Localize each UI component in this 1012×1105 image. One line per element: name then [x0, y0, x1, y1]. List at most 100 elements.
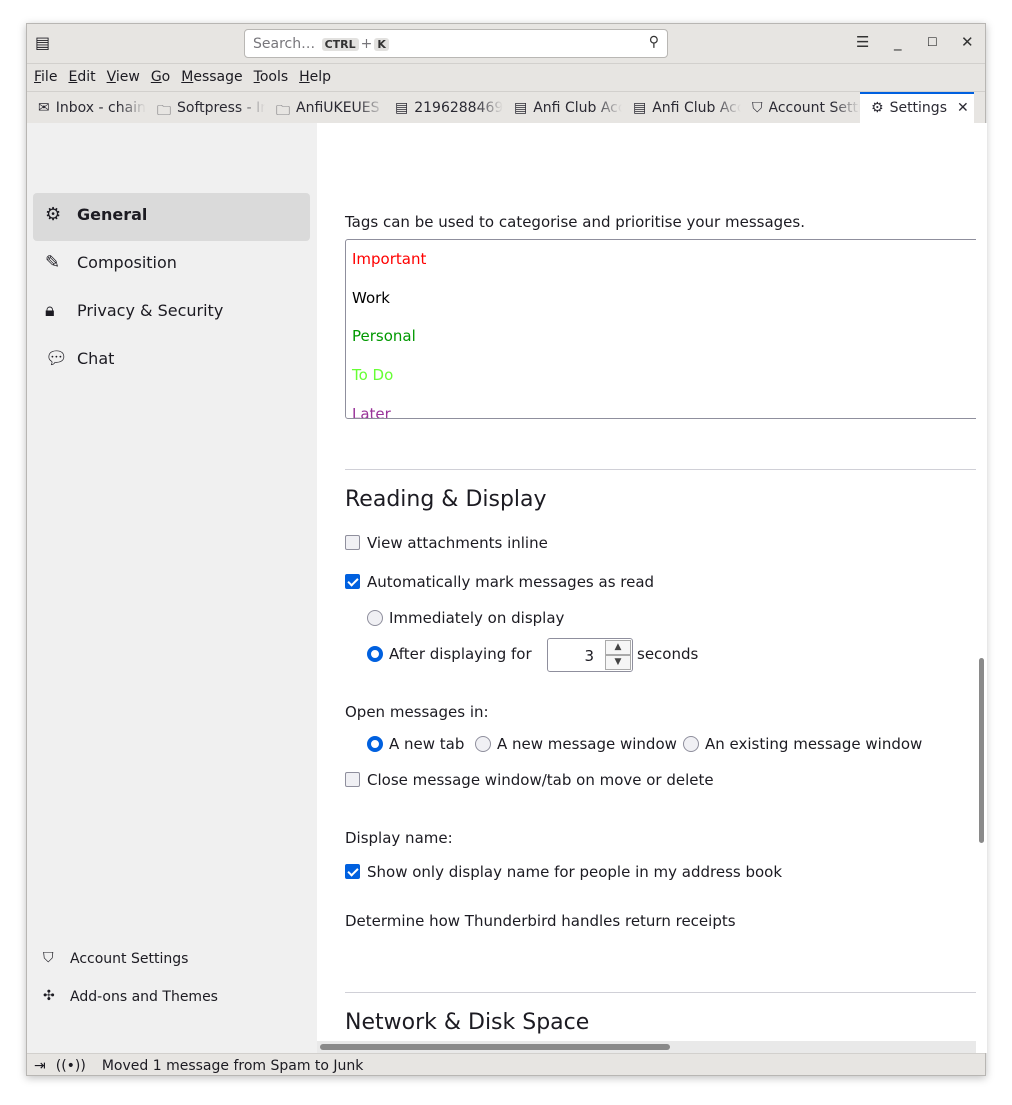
decrement-icon[interactable]: ▼ [605, 655, 631, 670]
reading-display-heading: Reading & Display [345, 487, 547, 512]
seconds-value[interactable]: 3 [584, 647, 594, 665]
status-text: Moved 1 message from Spam to Junk [101, 1058, 364, 1074]
folder-icon: 🗀 [157, 103, 171, 119]
vertical-scrollbar[interactable] [976, 123, 987, 1053]
tag-item[interactable]: To Do [352, 366, 393, 384]
shortcut-plus: + [360, 36, 373, 52]
tab-softpress[interactable]: 🗀 Softpress - Inbox [146, 92, 265, 123]
title-bar: ▤ Search… CTRL + K ⚲ ☰ _ ☐ ✕ [27, 24, 985, 63]
radio-label: Immediately on display [389, 609, 565, 627]
tag-item[interactable]: Work [352, 289, 390, 307]
account-settings-link[interactable]: ⛉ Account Settings [43, 950, 189, 967]
horizontal-scrollbar[interactable] [317, 1041, 976, 1053]
spaces-toolbar-icon[interactable]: ▤ [35, 33, 50, 52]
network-disk-heading: Network & Disk Space [345, 1010, 590, 1035]
tab-settings[interactable]: ⚙ Settings ✕ [860, 92, 974, 123]
search-input[interactable]: Search… CTRL + K ⚲ [244, 29, 668, 58]
after-displaying-radio[interactable]: After displaying for [367, 645, 532, 663]
menu-view[interactable]: View [106, 64, 147, 91]
divider [345, 992, 976, 993]
close-tab-icon[interactable]: ✕ [957, 100, 969, 123]
scrollbar-thumb[interactable] [979, 658, 984, 843]
checkbox[interactable] [345, 772, 360, 787]
tab-anfiukeues[interactable]: 🗀 AnfiUKEUES [265, 92, 384, 123]
checkbox[interactable] [345, 535, 360, 550]
search-placeholder: Search… [253, 36, 316, 52]
seconds-stepper[interactable]: 3 ▲ ▼ [547, 638, 633, 672]
chat-icon: 💬︎ [45, 348, 68, 369]
app-menu-icon[interactable]: ☰ [856, 33, 869, 51]
settings-content: Tags can be used to categorise and prior… [317, 123, 976, 1041]
tab-label: AnfiUKEUES [296, 100, 380, 116]
scrollbar-thumb[interactable] [320, 1044, 670, 1050]
radio[interactable] [475, 736, 491, 752]
menu-message[interactable]: Message [180, 64, 249, 91]
tab-account-settings[interactable]: ⛉ Account Settings [741, 92, 860, 123]
checkbox[interactable] [345, 864, 360, 879]
tab-label: Account Settings [768, 100, 861, 116]
tag-item[interactable]: Important [352, 250, 426, 268]
tags-list[interactable]: Important Work Personal To Do Later [345, 239, 976, 419]
menu-tools[interactable]: Tools [253, 64, 296, 91]
close-icon[interactable]: ✕ [961, 33, 974, 51]
menu-file[interactable]: File [33, 64, 64, 91]
radio[interactable] [367, 610, 383, 626]
message-icon: ▤ [514, 100, 528, 116]
account-icon: ⛉ [752, 100, 763, 116]
maximize-icon[interactable]: ☐ [927, 35, 938, 49]
radio[interactable] [683, 736, 699, 752]
divider [345, 469, 976, 470]
sidebar-item-label: General [77, 205, 148, 224]
minimize-icon[interactable]: _ [894, 33, 902, 51]
sidebar-item-label: Privacy & Security [77, 301, 224, 320]
sidebar-item-privacy[interactable]: 🔒︎ Privacy & Security [33, 289, 310, 337]
tab-label: Settings [889, 100, 947, 116]
tag-item[interactable]: Personal [352, 327, 416, 345]
gear-icon: ⚙ [45, 204, 62, 225]
sidebar-item-chat[interactable]: 💬︎ Chat [33, 337, 310, 385]
display-name-label: Display name: [345, 829, 453, 847]
tag-item[interactable]: Later [352, 405, 391, 418]
message-icon: ▤ [395, 100, 409, 116]
close-window-checkbox[interactable]: Close message window/tab on move or dele… [345, 771, 714, 789]
menu-edit[interactable]: Edit [67, 64, 102, 91]
thunderbird-window: ▤ Search… CTRL + K ⚲ ☰ _ ☐ ✕ File Edit Vie… [26, 23, 987, 1077]
increment-icon[interactable]: ▲ [605, 640, 631, 655]
existing-window-radio[interactable]: An existing message window [683, 735, 922, 753]
tags-description: Tags can be used to categorise and prior… [345, 213, 805, 231]
radio[interactable] [367, 646, 383, 662]
menu-bar: File Edit View Go Message Tools Help [27, 63, 985, 91]
status-bar: ⇥ ((•)) Moved 1 message from Spam to Jun… [27, 1053, 985, 1077]
menu-help[interactable]: Help [298, 64, 338, 91]
collapse-sidebar-icon[interactable]: ⇥ [34, 1058, 46, 1077]
tab-message-1[interactable]: ▤ 21962884697 [384, 92, 503, 123]
show-display-name-checkbox[interactable]: Show only display name for people in my … [345, 863, 782, 881]
sidebar-item-composition[interactable]: ✎ Composition [33, 241, 310, 289]
message-icon: ▤ [633, 100, 647, 116]
sidebar-item-general[interactable]: ⚙ General [33, 193, 310, 241]
new-window-radio[interactable]: A new message window [475, 735, 677, 753]
account-settings-label: Account Settings [70, 951, 189, 967]
auto-mark-read-checkbox[interactable]: Automatically mark messages as read [345, 573, 654, 591]
radio-label: After displaying for [389, 645, 532, 663]
checkbox[interactable] [345, 574, 360, 589]
online-status-icon[interactable]: ((•)) [56, 1058, 86, 1077]
shortcut-key-k: K [374, 38, 389, 51]
addons-link[interactable]: ✣ Add-ons and Themes [43, 988, 218, 1005]
checkbox-label: Automatically mark messages as read [367, 573, 655, 591]
tab-message-3[interactable]: ▤ Anfi Club Account [622, 92, 741, 123]
search-icon[interactable]: ⚲ [649, 34, 659, 50]
menu-go[interactable]: Go [150, 64, 177, 91]
checkbox-label: View attachments inline [367, 534, 548, 552]
gear-icon: ⚙ [871, 100, 884, 116]
tab-label: 21962884697 [414, 100, 503, 116]
tab-inbox[interactable]: ✉ Inbox - chainz [27, 92, 146, 123]
new-tab-radio[interactable]: A new tab [367, 735, 464, 753]
seconds-label: seconds [637, 645, 699, 663]
radio[interactable] [367, 736, 383, 752]
view-inline-checkbox[interactable]: View attachments inline [345, 534, 548, 552]
account-icon: ⛉ [43, 950, 54, 966]
tab-message-2[interactable]: ▤ Anfi Club Account [503, 92, 622, 123]
immediately-radio[interactable]: Immediately on display [367, 609, 564, 627]
shortcut-key-ctrl: CTRL [321, 38, 359, 51]
